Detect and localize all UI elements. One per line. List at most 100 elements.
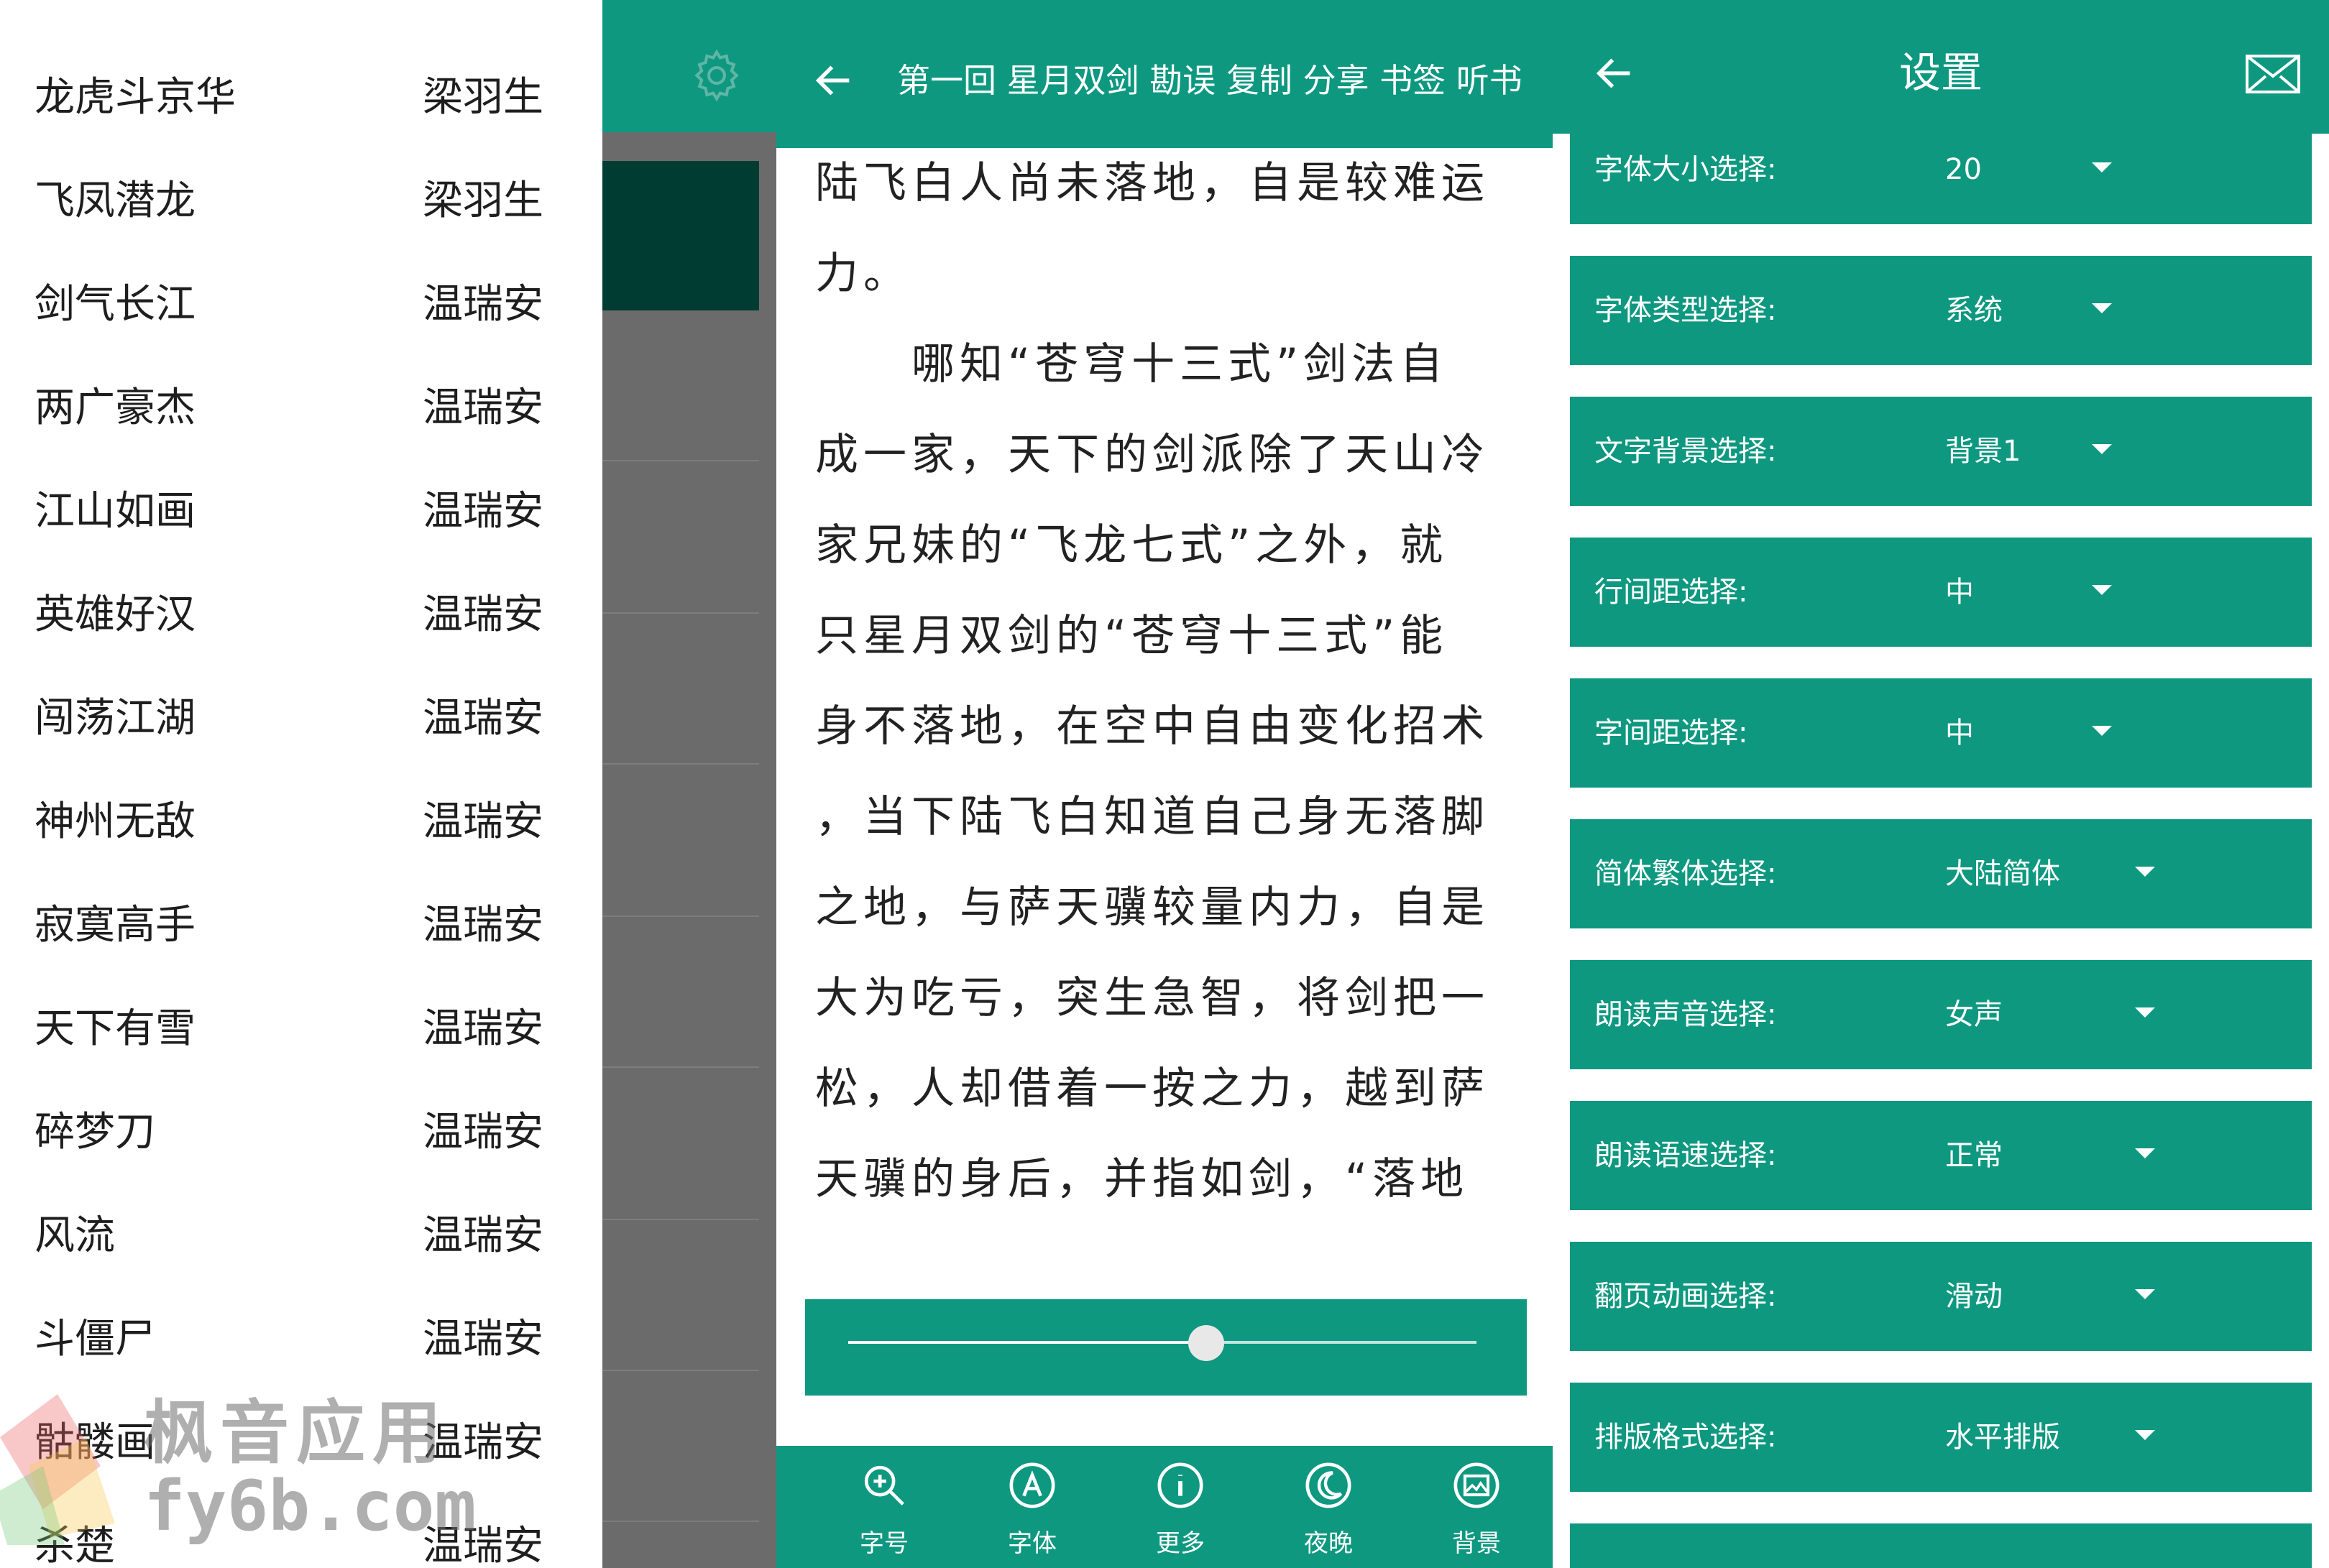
setting-value[interactable]: 系统 (1945, 256, 2003, 365)
book-author: 梁羽生 (423, 177, 543, 224)
book-title: 英雄好汉 (35, 591, 196, 638)
list-item[interactable]: 龙虎斗京华 梁羽生 (0, 46, 602, 149)
selected-card[interactable] (602, 161, 759, 310)
list-item[interactable]: 寂寞高手 温瑞安 (0, 874, 602, 977)
dropdown-arrow-icon[interactable] (2092, 444, 2112, 454)
list-item[interactable]: 江山如画 温瑞安 (0, 460, 602, 563)
font-size-button[interactable]: 字号 (834, 1460, 934, 1568)
setting-label: 行间距选择: (1594, 576, 1748, 609)
book-author: 温瑞安 (423, 1316, 543, 1362)
list-item[interactable]: 风流 温瑞安 (0, 1184, 602, 1288)
dropdown-arrow-icon[interactable] (2092, 303, 2112, 313)
list-item[interactable]: 剑气长江 温瑞安 (0, 253, 602, 356)
setting-row[interactable]: 行间距选择: 中 (1570, 538, 2312, 647)
list-item[interactable]: 斗僵尸 温瑞安 (0, 1288, 602, 1391)
text-line: 只星月双剑的“苍穹十三式”能 (815, 611, 1448, 661)
book-title: 天下有雪 (35, 1005, 196, 1052)
divider (602, 1066, 759, 1068)
setting-row[interactable]: 朗读语速选择: 正常 (1570, 1101, 2312, 1210)
setting-value[interactable]: 正常 (1945, 1101, 2003, 1210)
font-button[interactable]: 字体 (982, 1460, 1083, 1568)
progress-panel (805, 1299, 1527, 1396)
text-line: 哪知“苍穹十三式”剑法自 (815, 339, 1448, 389)
dropdown-arrow-icon[interactable] (2092, 585, 2112, 595)
book-title: 龙虎斗京华 (35, 74, 236, 121)
watermark-logo (0, 1394, 115, 1545)
arrow-left-icon[interactable] (811, 57, 857, 103)
setting-value[interactable]: 中 (1945, 538, 1974, 647)
header-actions[interactable]: 勘误 复制 分享 书签 听书 (1149, 61, 1522, 100)
setting-row[interactable]: 朗读声音选择: 女声 (1570, 960, 2312, 1069)
dropdown-arrow-icon[interactable] (2135, 1430, 2155, 1440)
setting-row[interactable] (1570, 1523, 2312, 1568)
setting-row[interactable]: 字间距选择: 中 (1570, 678, 2312, 788)
dropdown-arrow-icon[interactable] (2092, 726, 2112, 736)
watermark-url: fy6b.com (144, 1466, 477, 1546)
chapter-name: 第一回 星月双剑 (897, 61, 1139, 100)
progress-thumb[interactable] (1188, 1325, 1225, 1361)
book-author: 温瑞安 (423, 695, 543, 742)
setting-value[interactable]: 大陆简体 (1945, 819, 2060, 928)
watermark-text: 枫音应用 (144, 1393, 449, 1473)
text-line: 陆飞白人尚未落地，自是较难运 (815, 158, 1489, 208)
book-title: 剑气长江 (35, 281, 196, 328)
setting-label: 排版格式选择: (1594, 1421, 1777, 1454)
setting-value[interactable]: 滑动 (1945, 1242, 2003, 1351)
setting-row[interactable]: 排版格式选择: 水平排版 (1570, 1383, 2312, 1492)
setting-row[interactable]: 字体类型选择: 系统 (1570, 256, 2312, 365)
book-title: 碎梦刀 (35, 1109, 155, 1156)
list-item[interactable]: 神州无敌 温瑞安 (0, 770, 602, 874)
progress-fill (848, 1341, 1207, 1344)
setting-label: 朗读语速选择: (1594, 1139, 1777, 1172)
setting-row[interactable]: 翻页动画选择: 滑动 (1570, 1242, 2312, 1351)
text-line: 力。 (815, 249, 911, 299)
tool-label: 更多 (1156, 1529, 1205, 1558)
setting-row[interactable]: 文字背景选择: 背景1 (1570, 397, 2312, 506)
setting-value[interactable]: 水平排版 (1945, 1383, 2060, 1492)
list-item[interactable]: 两广豪杰 温瑞安 (0, 356, 602, 460)
background-button[interactable]: 背景 (1426, 1460, 1527, 1568)
text-line: ，当下陆飞白知道自己身无落脚 (815, 792, 1489, 842)
tool-label: 夜晚 (1304, 1529, 1353, 1558)
setting-value[interactable]: 背景1 (1945, 397, 2021, 506)
settings-list: 字体大小选择: 20 字体类型选择: 系统 文字背景选择: 背景1 行间距选择: 中字间距选择… (1553, 0, 2329, 1568)
info-icon (1157, 1462, 1203, 1508)
list-item[interactable]: 飞凤潜龙 梁羽生 (0, 149, 602, 253)
text-line: 之地，与萨天骥较量内力，自是 (815, 882, 1489, 933)
font-icon (1009, 1462, 1055, 1508)
divider (602, 1219, 759, 1220)
divider (602, 763, 759, 765)
settings-screen: 设置 字体大小选择: 20 字体类型选择: 系统 文字背景选择: 背景1 行间距选择: 中字间… (1553, 0, 2329, 1568)
setting-value[interactable]: 女声 (1945, 960, 2003, 1069)
book-author: 温瑞安 (423, 384, 543, 431)
book-author: 温瑞安 (423, 488, 543, 535)
dropdown-arrow-icon[interactable] (2135, 1148, 2155, 1158)
book-author: 温瑞安 (423, 591, 543, 638)
chapter-title: 第一回 星月双剑 勘误 复制 分享 书签 听书 (897, 57, 1522, 103)
night-mode-button[interactable]: 夜晚 (1278, 1460, 1379, 1568)
dropdown-arrow-icon[interactable] (2135, 1289, 2155, 1299)
setting-value[interactable]: 20 (1945, 115, 1982, 224)
book-title: 风流 (35, 1212, 115, 1259)
setting-row[interactable]: 字体大小选择: 20 (1570, 115, 2312, 224)
reader-lines: 陆飞白人尚未落地，自是较难运 力。 哪知“苍穹十三式”剑法自 成一家，天下的剑派除了… (815, 138, 1498, 1525)
divider (602, 460, 759, 461)
list-item[interactable]: 英雄好汉 温瑞安 (0, 563, 602, 667)
reader-screen: 陆飞白人尚未落地，自是较难运 力。 哪知“苍穹十三式”剑法自 成一家，天下的剑派除了… (776, 0, 1553, 1568)
dropdown-arrow-icon[interactable] (2135, 1007, 2155, 1018)
setting-row[interactable]: 简体繁体选择: 大陆简体 (1570, 819, 2312, 928)
list-item[interactable]: 闯荡江湖 温瑞安 (0, 667, 602, 770)
divider (602, 916, 759, 917)
dropdown-arrow-icon[interactable] (2092, 162, 2112, 172)
book-title: 寂寞高手 (35, 902, 196, 949)
setting-label: 简体繁体选择: (1594, 857, 1777, 890)
more-button[interactable]: 更多 (1130, 1460, 1231, 1568)
setting-label: 朗读声音选择: (1594, 998, 1777, 1031)
list-item[interactable]: 碎梦刀 温瑞安 (0, 1081, 602, 1184)
tool-label: 字号 (860, 1529, 909, 1558)
dropdown-arrow-icon[interactable] (2135, 867, 2155, 877)
list-item[interactable]: 天下有雪 温瑞安 (0, 977, 602, 1081)
text-line: 天骥的身后，并指如剑，“落地 (815, 1154, 1469, 1204)
gear-icon[interactable] (687, 46, 746, 105)
setting-value[interactable]: 中 (1945, 678, 1974, 788)
